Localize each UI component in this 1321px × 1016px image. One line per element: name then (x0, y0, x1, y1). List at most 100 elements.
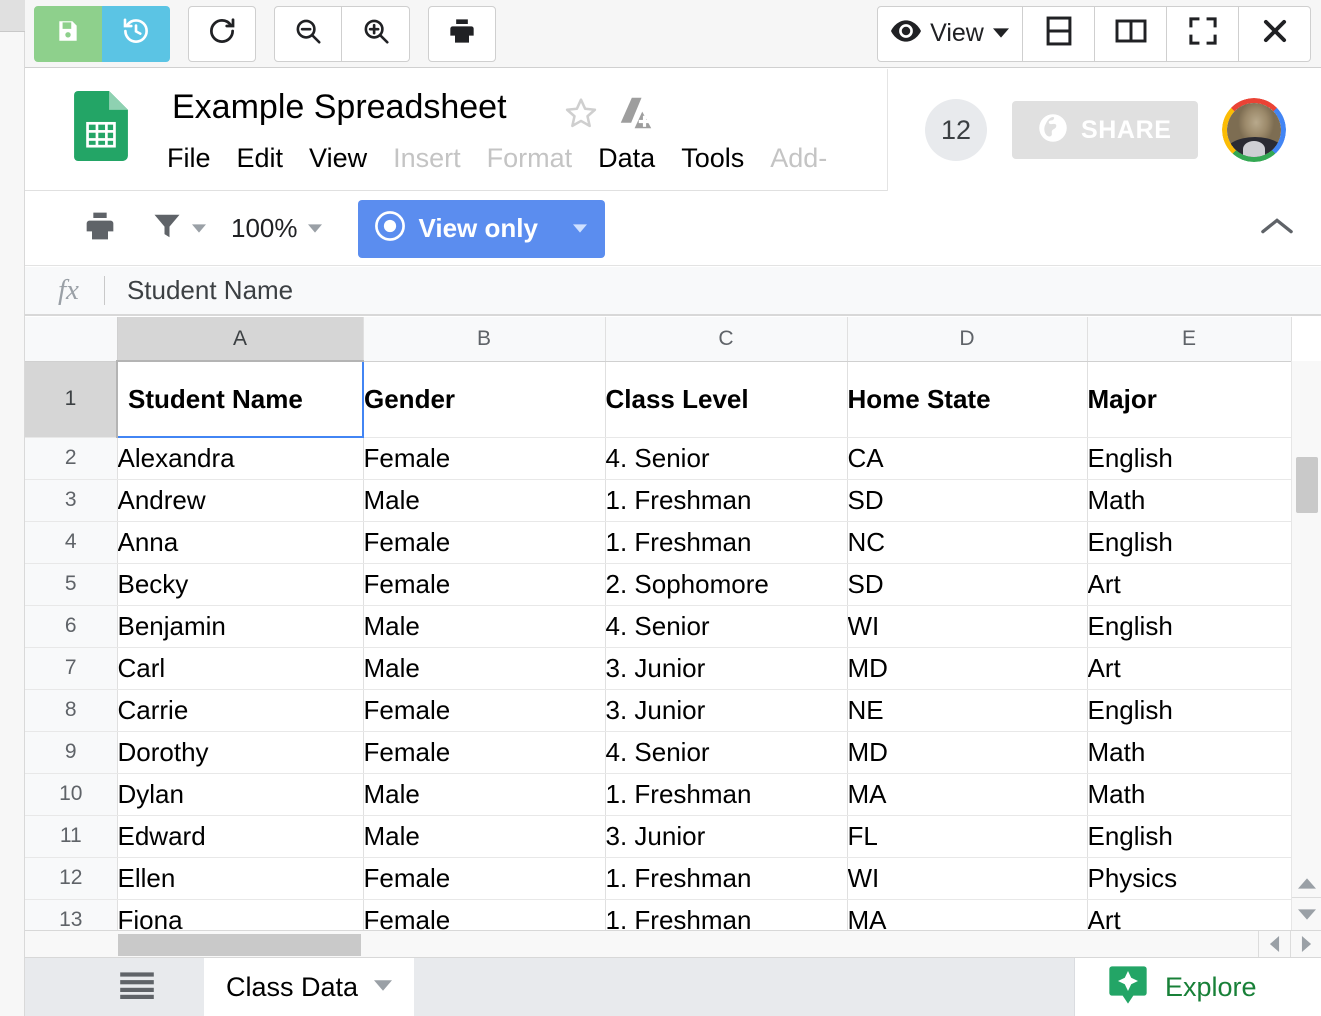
cell-a12[interactable]: Ellen (117, 857, 363, 899)
filter-chevron-down-icon[interactable] (192, 220, 206, 238)
cell-b1[interactable]: Gender (363, 361, 605, 437)
cell-a7[interactable]: Carl (117, 647, 363, 689)
menu-item-file[interactable]: File (167, 143, 211, 174)
scroll-left-arrow-icon[interactable] (1258, 931, 1289, 957)
cell-e13[interactable]: Art (1087, 899, 1291, 930)
cell-c9[interactable]: 4. Senior (605, 731, 847, 773)
menu-item-tools[interactable]: Tools (681, 143, 744, 174)
cell-b12[interactable]: Female (363, 857, 605, 899)
column-header-b[interactable]: B (363, 317, 605, 361)
toolbar-print-icon[interactable] (84, 210, 116, 247)
cell-c11[interactable]: 3. Junior (605, 815, 847, 857)
cell-e10[interactable]: Math (1087, 773, 1291, 815)
cell-b5[interactable]: Female (363, 563, 605, 605)
cell-a10[interactable]: Dylan (117, 773, 363, 815)
cell-c1[interactable]: Class Level (605, 361, 847, 437)
cell-d12[interactable]: WI (847, 857, 1087, 899)
menu-item-data[interactable]: Data (598, 143, 655, 174)
zoom-chevron-down-icon[interactable] (308, 220, 322, 238)
horizontal-scrollbar[interactable] (25, 930, 1321, 958)
cell-e7[interactable]: Art (1087, 647, 1291, 689)
split-horizontal-button[interactable] (1023, 6, 1095, 62)
cell-c7[interactable]: 3. Junior (605, 647, 847, 689)
row-header-1[interactable]: 1 (25, 361, 117, 437)
formula-input[interactable] (127, 270, 1321, 311)
scroll-down-arrow-icon[interactable] (1292, 900, 1321, 928)
row-header-3[interactable]: 3 (25, 479, 117, 521)
row-header-5[interactable]: 5 (25, 563, 117, 605)
cell-d2[interactable]: CA (847, 437, 1087, 479)
cell-d11[interactable]: FL (847, 815, 1087, 857)
share-button[interactable]: SHARE (1012, 101, 1198, 159)
row-header-8[interactable]: 8 (25, 689, 117, 731)
cell-c8[interactable]: 3. Junior (605, 689, 847, 731)
cell-e3[interactable]: Math (1087, 479, 1291, 521)
cell-d1[interactable]: Home State (847, 361, 1087, 437)
view-only-chevron-down-icon[interactable] (573, 220, 587, 238)
column-header-a[interactable]: A (117, 317, 363, 361)
cell-d13[interactable]: MA (847, 899, 1087, 930)
document-title[interactable]: Example Spreadsheet (172, 88, 507, 127)
cell-b13[interactable]: Female (363, 899, 605, 930)
save-button[interactable] (34, 6, 102, 62)
cell-a6[interactable]: Benjamin (117, 605, 363, 647)
cell-e5[interactable]: Art (1087, 563, 1291, 605)
select-all-corner[interactable] (25, 317, 117, 361)
collapse-toolbar-chevron-up-icon[interactable] (1260, 216, 1294, 241)
cell-c2[interactable]: 4. Senior (605, 437, 847, 479)
cell-c4[interactable]: 1. Freshman (605, 521, 847, 563)
cell-d9[interactable]: MD (847, 731, 1087, 773)
cell-c5[interactable]: 2. Sophomore (605, 563, 847, 605)
scroll-right-arrow-icon[interactable] (1290, 931, 1321, 957)
menu-item-view[interactable]: View (309, 143, 367, 174)
row-header-11[interactable]: 11 (25, 815, 117, 857)
cell-e9[interactable]: Math (1087, 731, 1291, 773)
cell-d4[interactable]: NC (847, 521, 1087, 563)
avatar[interactable] (1222, 98, 1286, 162)
fullscreen-button[interactable] (1167, 6, 1239, 62)
sheet-tab-chevron-down-icon[interactable] (374, 978, 392, 996)
row-header-9[interactable]: 9 (25, 731, 117, 773)
sheet-tab-class-data[interactable]: Class Data (204, 958, 414, 1016)
cell-a9[interactable]: Dorothy (117, 731, 363, 773)
cell-c3[interactable]: 1. Freshman (605, 479, 847, 521)
cell-b9[interactable]: Female (363, 731, 605, 773)
star-icon[interactable] (564, 96, 598, 135)
close-button[interactable] (1239, 6, 1311, 62)
column-header-c[interactable]: C (605, 317, 847, 361)
row-header-4[interactable]: 4 (25, 521, 117, 563)
cell-d5[interactable]: SD (847, 563, 1087, 605)
menu-item-edit[interactable]: Edit (237, 143, 284, 174)
cell-c12[interactable]: 1. Freshman (605, 857, 847, 899)
cell-b2[interactable]: Female (363, 437, 605, 479)
cell-d10[interactable]: MA (847, 773, 1087, 815)
cell-e6[interactable]: English (1087, 605, 1291, 647)
cell-d6[interactable]: WI (847, 605, 1087, 647)
cell-a11[interactable]: Edward (117, 815, 363, 857)
view-only-button[interactable]: View only (358, 200, 605, 258)
column-header-e[interactable]: E (1087, 317, 1291, 361)
cell-b7[interactable]: Male (363, 647, 605, 689)
cell-e8[interactable]: English (1087, 689, 1291, 731)
cell-a1[interactable]: Student Name (117, 361, 363, 437)
cell-a2[interactable]: Alexandra (117, 437, 363, 479)
view-mode-button[interactable]: View (877, 6, 1023, 62)
cell-b4[interactable]: Female (363, 521, 605, 563)
cell-a5[interactable]: Becky (117, 563, 363, 605)
cell-c13[interactable]: 1. Freshman (605, 899, 847, 930)
split-vertical-button[interactable] (1095, 6, 1167, 62)
print-button[interactable] (428, 6, 496, 62)
redo-button[interactable] (188, 6, 256, 62)
cell-e4[interactable]: English (1087, 521, 1291, 563)
filter-icon[interactable] (152, 211, 182, 246)
cell-a13[interactable]: Fiona (117, 899, 363, 930)
scroll-up-arrow-icon[interactable] (1292, 870, 1321, 898)
cell-a3[interactable]: Andrew (117, 479, 363, 521)
history-button[interactable] (102, 6, 170, 62)
horizontal-scrollbar-thumb[interactable] (118, 934, 361, 956)
row-header-13[interactable]: 13 (25, 899, 117, 930)
cell-b11[interactable]: Male (363, 815, 605, 857)
cell-e2[interactable]: English (1087, 437, 1291, 479)
cell-d7[interactable]: MD (847, 647, 1087, 689)
zoom-level-value[interactable]: 100% (231, 213, 298, 244)
